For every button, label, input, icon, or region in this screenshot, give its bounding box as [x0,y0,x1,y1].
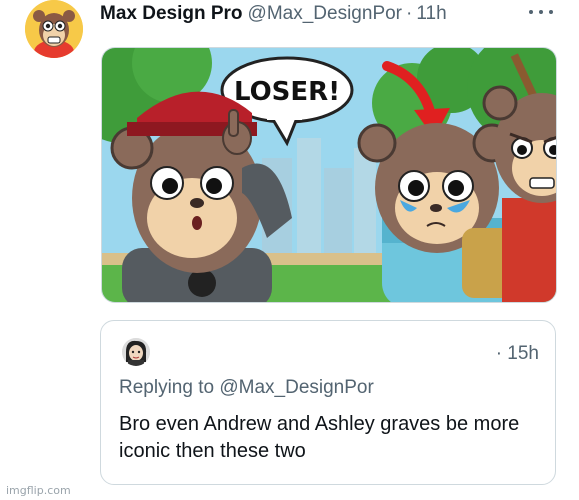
more-options-icon[interactable] [529,4,553,20]
replying-to-line: Replying to @Max_DesignPor [119,377,374,399]
replying-prefix: Replying to [119,377,220,398]
speech-bubble-text: LOSER! [234,77,340,107]
author-display-name[interactable]: Max Design Pro [100,3,243,25]
quoted-tweet-card[interactable]: · 15h Replying to @Max_DesignPor Bro eve… [100,320,556,485]
quoted-tweet-text: Bro even Andrew and Ashley graves be mor… [119,413,520,462]
author-avatar[interactable] [25,0,83,58]
quoted-author-avatar[interactable] [122,338,150,366]
quoted-tweet-timestamp[interactable]: · 15h [496,343,539,365]
author-handle[interactable]: @Max_DesignPor [248,3,402,25]
tweet-header: Max Design Pro @Max_DesignPor · 11h [100,2,559,26]
separator-dot: · [406,3,413,24]
replying-to-handle[interactable]: @Max_DesignPor [219,377,373,398]
tweet-media-image[interactable]: LOSER! [101,47,557,303]
tweet-timestamp[interactable]: 11h [416,3,446,25]
imgflip-watermark: imgflip.com [6,484,71,497]
